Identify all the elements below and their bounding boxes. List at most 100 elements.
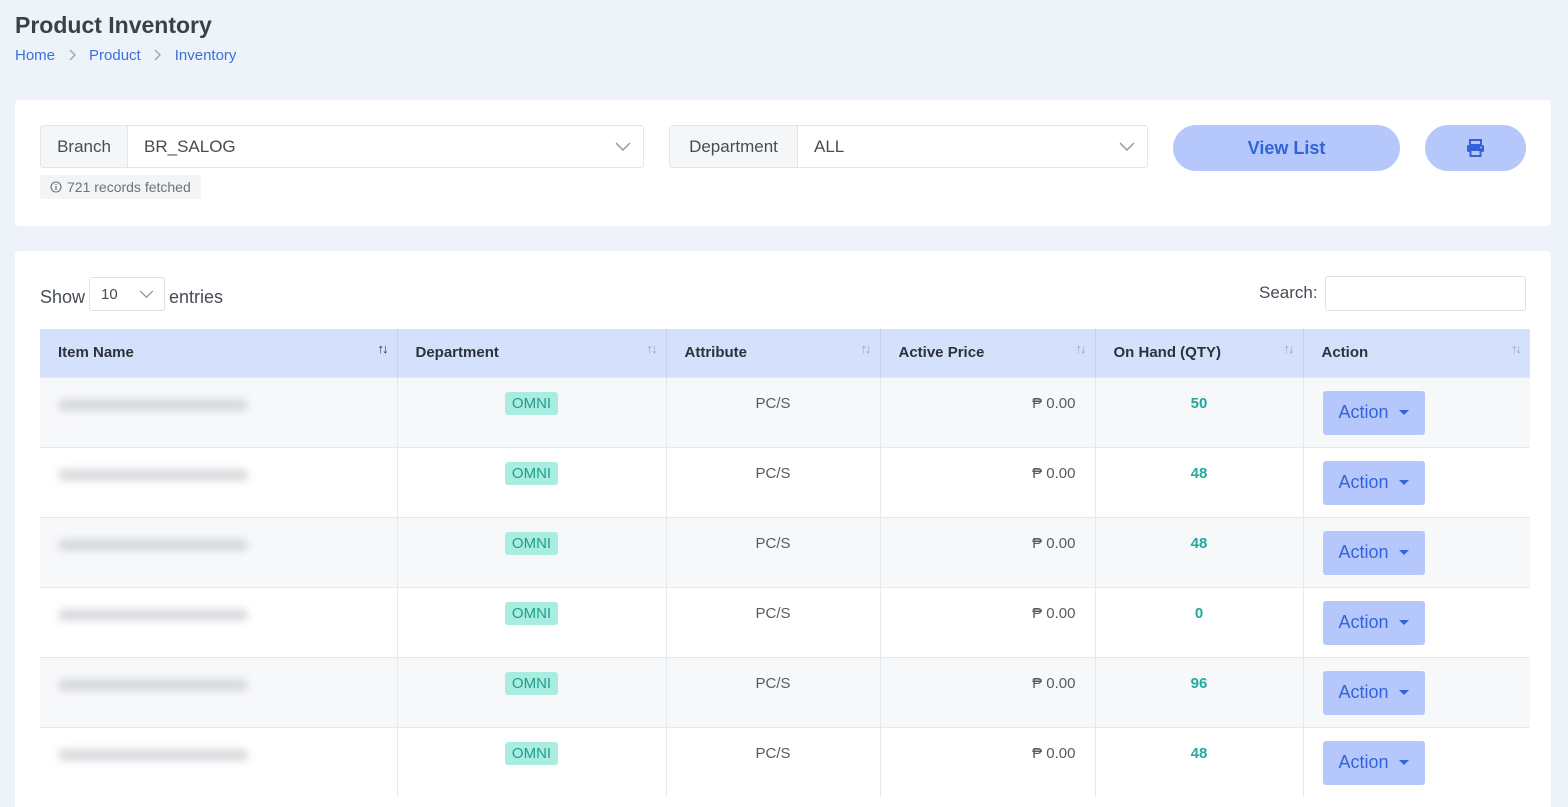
qty-cell: 48 <box>1095 446 1304 517</box>
sort-icon: ↑↓ <box>646 341 658 356</box>
breadcrumb-home[interactable]: Home <box>15 47 55 64</box>
item-name-cell <box>40 376 398 447</box>
action-dropdown-button[interactable]: Action <box>1322 390 1425 435</box>
action-cell: Action <box>1303 656 1530 727</box>
col-active-price-label: Active Price <box>898 344 985 362</box>
col-on-hand-qty-label: On Hand (QTY) <box>1113 344 1222 362</box>
qty-cell: 48 <box>1095 516 1304 587</box>
branch-select[interactable]: BR_SALOG <box>128 126 643 167</box>
col-attribute[interactable]: Attribute ↑↓ <box>666 329 881 377</box>
action-dropdown-button[interactable]: Action <box>1322 530 1425 575</box>
col-department[interactable]: Department ↑↓ <box>397 329 667 377</box>
page-title: Product Inventory <box>15 12 212 38</box>
action-cell: Action <box>1303 446 1530 517</box>
department-badge: OMNI <box>504 461 559 485</box>
action-dropdown-button[interactable]: Action <box>1322 670 1425 715</box>
breadcrumb: Home Product Inventory <box>15 47 236 64</box>
col-attribute-label: Attribute <box>684 344 748 362</box>
department-cell: OMNI <box>397 376 667 447</box>
sort-icon: ↑↓ <box>1511 341 1522 356</box>
col-action[interactable]: Action ↑↓ <box>1303 329 1530 377</box>
col-on-hand-qty[interactable]: On Hand (QTY) ↑↓ <box>1095 329 1304 377</box>
info-icon <box>50 181 62 193</box>
inventory-table: Item Name ↑↓ Department ↑↓ Attribute ↑↓ Act… <box>40 329 1530 797</box>
caret-down-icon <box>1398 760 1409 765</box>
department-badge: OMNI <box>504 391 559 415</box>
department-select[interactable]: ALL <box>798 126 1147 167</box>
action-cell: Action <box>1303 726 1530 797</box>
qty-cell: 96 <box>1095 656 1304 727</box>
attribute-cell: PC/S <box>666 586 881 657</box>
chevron-right-icon <box>55 47 89 64</box>
view-list-button[interactable]: View List <box>1173 125 1400 171</box>
blurred-item-name <box>58 468 248 481</box>
breadcrumb-inventory[interactable]: Inventory <box>175 47 237 64</box>
table-row: OMNI PC/S ₱ 0.00 50 Action <box>40 376 1530 447</box>
department-label: Department <box>670 126 798 167</box>
records-fetched-text: 721 records fetched <box>67 179 191 195</box>
entries-value: 10 <box>101 285 118 303</box>
qty-cell: 50 <box>1095 376 1304 447</box>
item-name-cell <box>40 516 398 587</box>
action-label: Action <box>1338 542 1389 562</box>
price-cell: ₱ 0.00 <box>880 376 1096 447</box>
department-badge: OMNI <box>504 531 559 555</box>
branch-group: Branch BR_SALOG <box>40 125 644 168</box>
action-cell: Action <box>1303 376 1530 447</box>
col-active-price[interactable]: Active Price ↑↓ <box>880 329 1096 377</box>
action-label: Action <box>1338 752 1389 772</box>
action-dropdown-button[interactable]: Action <box>1322 600 1425 645</box>
item-name-cell <box>40 586 398 657</box>
search-label: Search: <box>1259 283 1318 302</box>
item-name-cell <box>40 446 398 517</box>
filter-card: Branch BR_SALOG 721 records fetched Depa… <box>15 100 1551 226</box>
action-dropdown-button[interactable]: Action <box>1322 740 1425 785</box>
action-label: Action <box>1338 402 1389 422</box>
action-cell: Action <box>1303 586 1530 657</box>
table-row: OMNI PC/S ₱ 0.00 0 Action <box>40 586 1530 657</box>
attribute-cell: PC/S <box>666 726 881 797</box>
blurred-item-name <box>58 748 248 761</box>
price-cell: ₱ 0.00 <box>880 586 1096 657</box>
department-cell: OMNI <box>397 446 667 517</box>
table-card: Show 10 entries Search: Item Name ↑↓ Depa… <box>15 251 1551 807</box>
price-cell: ₱ 0.00 <box>880 516 1096 587</box>
search-input[interactable] <box>1325 276 1526 311</box>
action-cell: Action <box>1303 516 1530 587</box>
table-row: OMNI PC/S ₱ 0.00 48 Action <box>40 446 1530 517</box>
sort-icon: ↑↓ <box>1075 341 1087 356</box>
caret-down-icon <box>1398 410 1409 415</box>
caret-down-icon <box>1398 620 1409 625</box>
chevron-down-icon <box>615 137 631 157</box>
table-row: OMNI PC/S ₱ 0.00 96 Action <box>40 656 1530 727</box>
department-badge: OMNI <box>504 741 559 765</box>
table-row: OMNI PC/S ₱ 0.00 48 Action <box>40 726 1530 797</box>
price-cell: ₱ 0.00 <box>880 656 1096 727</box>
action-label: Action <box>1338 682 1389 702</box>
department-group: Department ALL <box>669 125 1148 168</box>
col-action-label: Action <box>1321 344 1369 362</box>
chevron-down-icon <box>1119 137 1135 157</box>
breadcrumb-product[interactable]: Product <box>89 47 141 64</box>
action-label: Action <box>1338 472 1389 492</box>
price-cell: ₱ 0.00 <box>880 726 1096 797</box>
action-label: Action <box>1338 612 1389 632</box>
branch-label: Branch <box>41 126 128 167</box>
col-department-label: Department <box>415 344 499 362</box>
blurred-item-name <box>58 398 248 411</box>
department-cell: OMNI <box>397 516 667 587</box>
item-name-cell <box>40 726 398 797</box>
blurred-item-name <box>58 608 248 621</box>
action-dropdown-button[interactable]: Action <box>1322 460 1425 505</box>
caret-down-icon <box>1398 690 1409 695</box>
print-icon <box>1467 139 1484 157</box>
department-badge: OMNI <box>504 671 559 695</box>
blurred-item-name <box>58 538 248 551</box>
print-button[interactable] <box>1425 125 1526 171</box>
col-item-name-label: Item Name <box>58 344 134 362</box>
department-cell: OMNI <box>397 656 667 727</box>
department-badge: OMNI <box>504 601 559 625</box>
col-item-name[interactable]: Item Name ↑↓ <box>40 329 398 377</box>
entries-label: entries <box>169 287 224 307</box>
entries-select[interactable]: 10 <box>89 277 165 311</box>
